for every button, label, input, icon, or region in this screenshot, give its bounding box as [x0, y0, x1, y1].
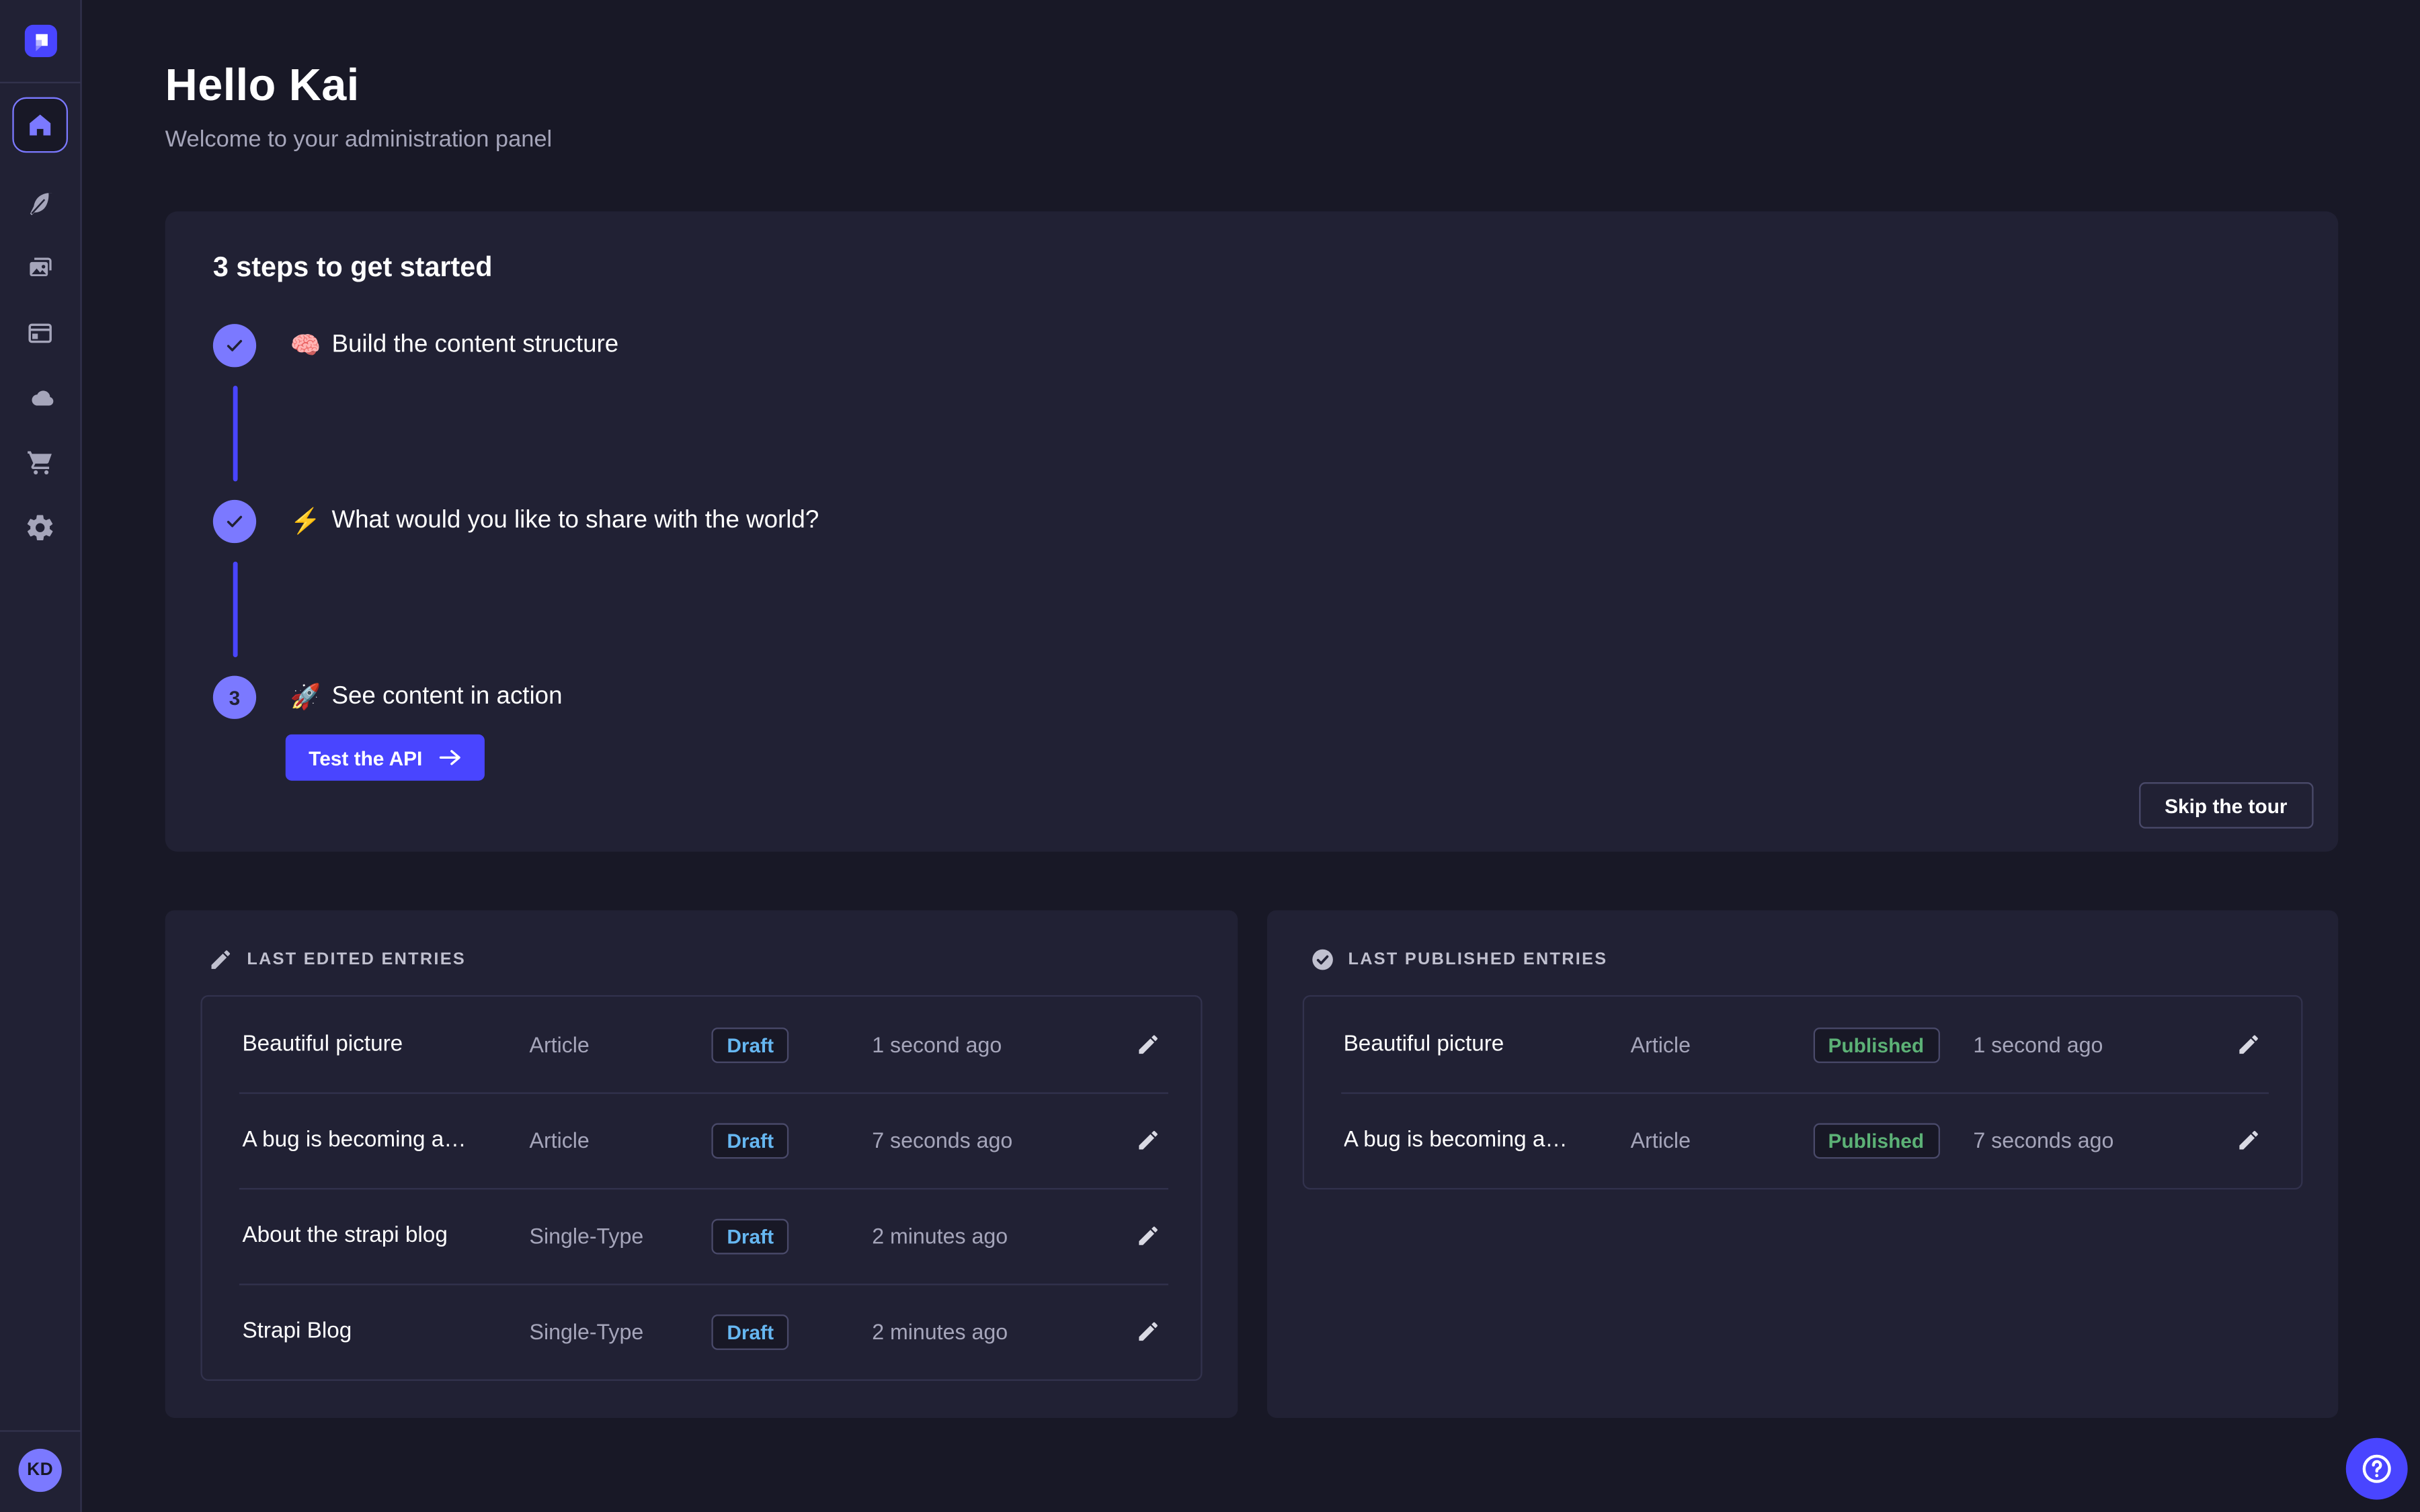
skip-tour-button[interactable]: Skip the tour [2138, 782, 2313, 829]
step-emoji: 🧠 [290, 330, 321, 361]
entry-title: Beautiful picture [1344, 1032, 1631, 1057]
step-connector-line [233, 386, 238, 481]
panel-header: LAST PUBLISHED ENTRIES [1309, 948, 2295, 972]
entry-title: About the strapi blog [242, 1224, 529, 1249]
step-emoji: 🚀 [290, 682, 321, 713]
cart-icon [25, 448, 56, 478]
tour-step: ⚡ What would you like to share with the … [213, 500, 2290, 543]
edit-pencil-icon[interactable] [1135, 1319, 1160, 1344]
test-api-label: Test the API [309, 746, 422, 769]
entries-table: Beautiful picture Article Published 1 se… [1302, 995, 2303, 1189]
tour-steps: 🧠 Build the content structure ⚡ What wou… [213, 324, 2290, 719]
last-published-panel: LAST PUBLISHED ENTRIES Beautiful picture… [1266, 911, 2339, 1418]
page-subtitle: Welcome to your administration panel [165, 126, 2420, 153]
sidebar-item-media-library[interactable] [9, 236, 71, 300]
step-text: What would you like to share with the wo… [331, 507, 819, 535]
entry-title: A bug is becoming a… [242, 1128, 529, 1152]
step-text: Build the content structure [331, 332, 618, 360]
entry-type: Article [1631, 1032, 1813, 1057]
entry-time: 2 minutes ago [872, 1319, 1129, 1344]
pictures-icon [25, 253, 56, 284]
question-circle-icon [2358, 1450, 2395, 1487]
help-button[interactable] [2346, 1438, 2408, 1500]
tour-step: 🧠 Build the content structure [213, 324, 2290, 367]
feather-icon [26, 189, 55, 218]
edit-pencil-icon[interactable] [1135, 1032, 1160, 1057]
entry-time: 2 minutes ago [872, 1224, 1129, 1249]
entries-panels: LAST EDITED ENTRIES Beautiful picture Ar… [165, 911, 2339, 1418]
sidebar-nav [0, 83, 80, 560]
gear-icon [25, 512, 56, 543]
cloud-icon [24, 382, 56, 414]
entry-time: 7 seconds ago [872, 1128, 1129, 1152]
entry-title: Strapi Blog [242, 1319, 529, 1344]
entry-type: Single-Type [529, 1319, 711, 1344]
pencil-icon [208, 948, 233, 972]
entry-time: 1 second ago [872, 1032, 1129, 1057]
entry-type: Single-Type [529, 1224, 711, 1249]
sidebar-item-home[interactable] [12, 97, 68, 153]
table-row[interactable]: Beautiful picture Article Published 1 se… [1303, 997, 2301, 1092]
entry-time: 1 second ago [1973, 1032, 2230, 1057]
entry-type: Article [1631, 1128, 1813, 1152]
test-api-button[interactable]: Test the API [286, 734, 484, 781]
step-text: See content in action [331, 683, 562, 711]
status-badge: Draft [711, 1027, 789, 1062]
sidebar-footer: KD [0, 1430, 80, 1512]
arrow-right-icon [438, 749, 460, 767]
guided-tour-card: 3 steps to get started 🧠 Build the conte… [165, 212, 2339, 852]
sidebar-item-content-type-builder[interactable] [9, 301, 71, 366]
entry-type: Article [529, 1128, 711, 1152]
table-row[interactable]: Beautiful picture Article Draft 1 second… [202, 997, 1200, 1092]
last-edited-panel: LAST EDITED ENTRIES Beautiful picture Ar… [165, 911, 1238, 1418]
status-badge: Draft [711, 1122, 789, 1158]
main-content: Hello Kai Welcome to your administration… [82, 0, 2420, 1512]
table-row[interactable]: A bug is becoming a… Article Draft 7 sec… [202, 1093, 1200, 1188]
panel-header: LAST EDITED ENTRIES [208, 948, 1194, 972]
layout-icon [25, 318, 56, 349]
avatar[interactable]: KD [19, 1449, 62, 1492]
step-status-circle: 3 [213, 676, 256, 719]
entry-time: 7 seconds ago [1973, 1128, 2230, 1152]
step-label: 🚀 See content in action [290, 682, 563, 713]
tour-step: 3 🚀 See content in action [213, 676, 2290, 719]
table-row[interactable]: A bug is becoming a… Article Published 7… [1303, 1093, 2301, 1188]
entry-title: Beautiful picture [242, 1032, 529, 1057]
step-status-circle [213, 500, 256, 543]
tour-title: 3 steps to get started [213, 251, 2290, 284]
panel-title: LAST EDITED ENTRIES [247, 950, 466, 969]
entry-type: Article [529, 1032, 711, 1057]
sidebar-item-settings[interactable] [9, 495, 71, 560]
sidebar: KD [0, 0, 82, 1512]
edit-pencil-icon[interactable] [2236, 1128, 2261, 1152]
check-circle-icon [1309, 948, 1334, 972]
status-badge: Published [1813, 1027, 1940, 1062]
step-label: ⚡ What would you like to share with the … [290, 506, 819, 537]
edit-pencil-icon[interactable] [2236, 1032, 2261, 1057]
table-row[interactable]: About the strapi blog Single-Type Draft … [202, 1188, 1200, 1284]
strapi-logo[interactable] [0, 0, 80, 83]
strapi-logo-icon [24, 25, 56, 57]
status-badge: Draft [711, 1314, 789, 1349]
panel-title: LAST PUBLISHED ENTRIES [1348, 950, 1607, 969]
step-connector-line [233, 562, 238, 657]
step-status-circle [213, 324, 256, 367]
step-emoji: ⚡ [290, 506, 321, 537]
sidebar-item-deploy[interactable] [9, 366, 71, 430]
home-icon [26, 111, 54, 138]
sidebar-item-marketplace[interactable] [9, 431, 71, 495]
step-label: 🧠 Build the content structure [290, 330, 619, 361]
entry-title: A bug is becoming a… [1344, 1128, 1631, 1152]
sidebar-item-content-manager[interactable] [9, 171, 71, 236]
edit-pencil-icon[interactable] [1135, 1128, 1160, 1152]
table-row[interactable]: Strapi Blog Single-Type Draft 2 minutes … [202, 1284, 1200, 1379]
entries-table: Beautiful picture Article Draft 1 second… [200, 995, 1201, 1381]
status-badge: Draft [711, 1218, 789, 1254]
status-badge: Published [1813, 1122, 1940, 1158]
page-title: Hello Kai [165, 62, 2420, 113]
app-root: KD Hello Kai Welcome to your administrat… [0, 0, 2420, 1512]
edit-pencil-icon[interactable] [1135, 1224, 1160, 1249]
